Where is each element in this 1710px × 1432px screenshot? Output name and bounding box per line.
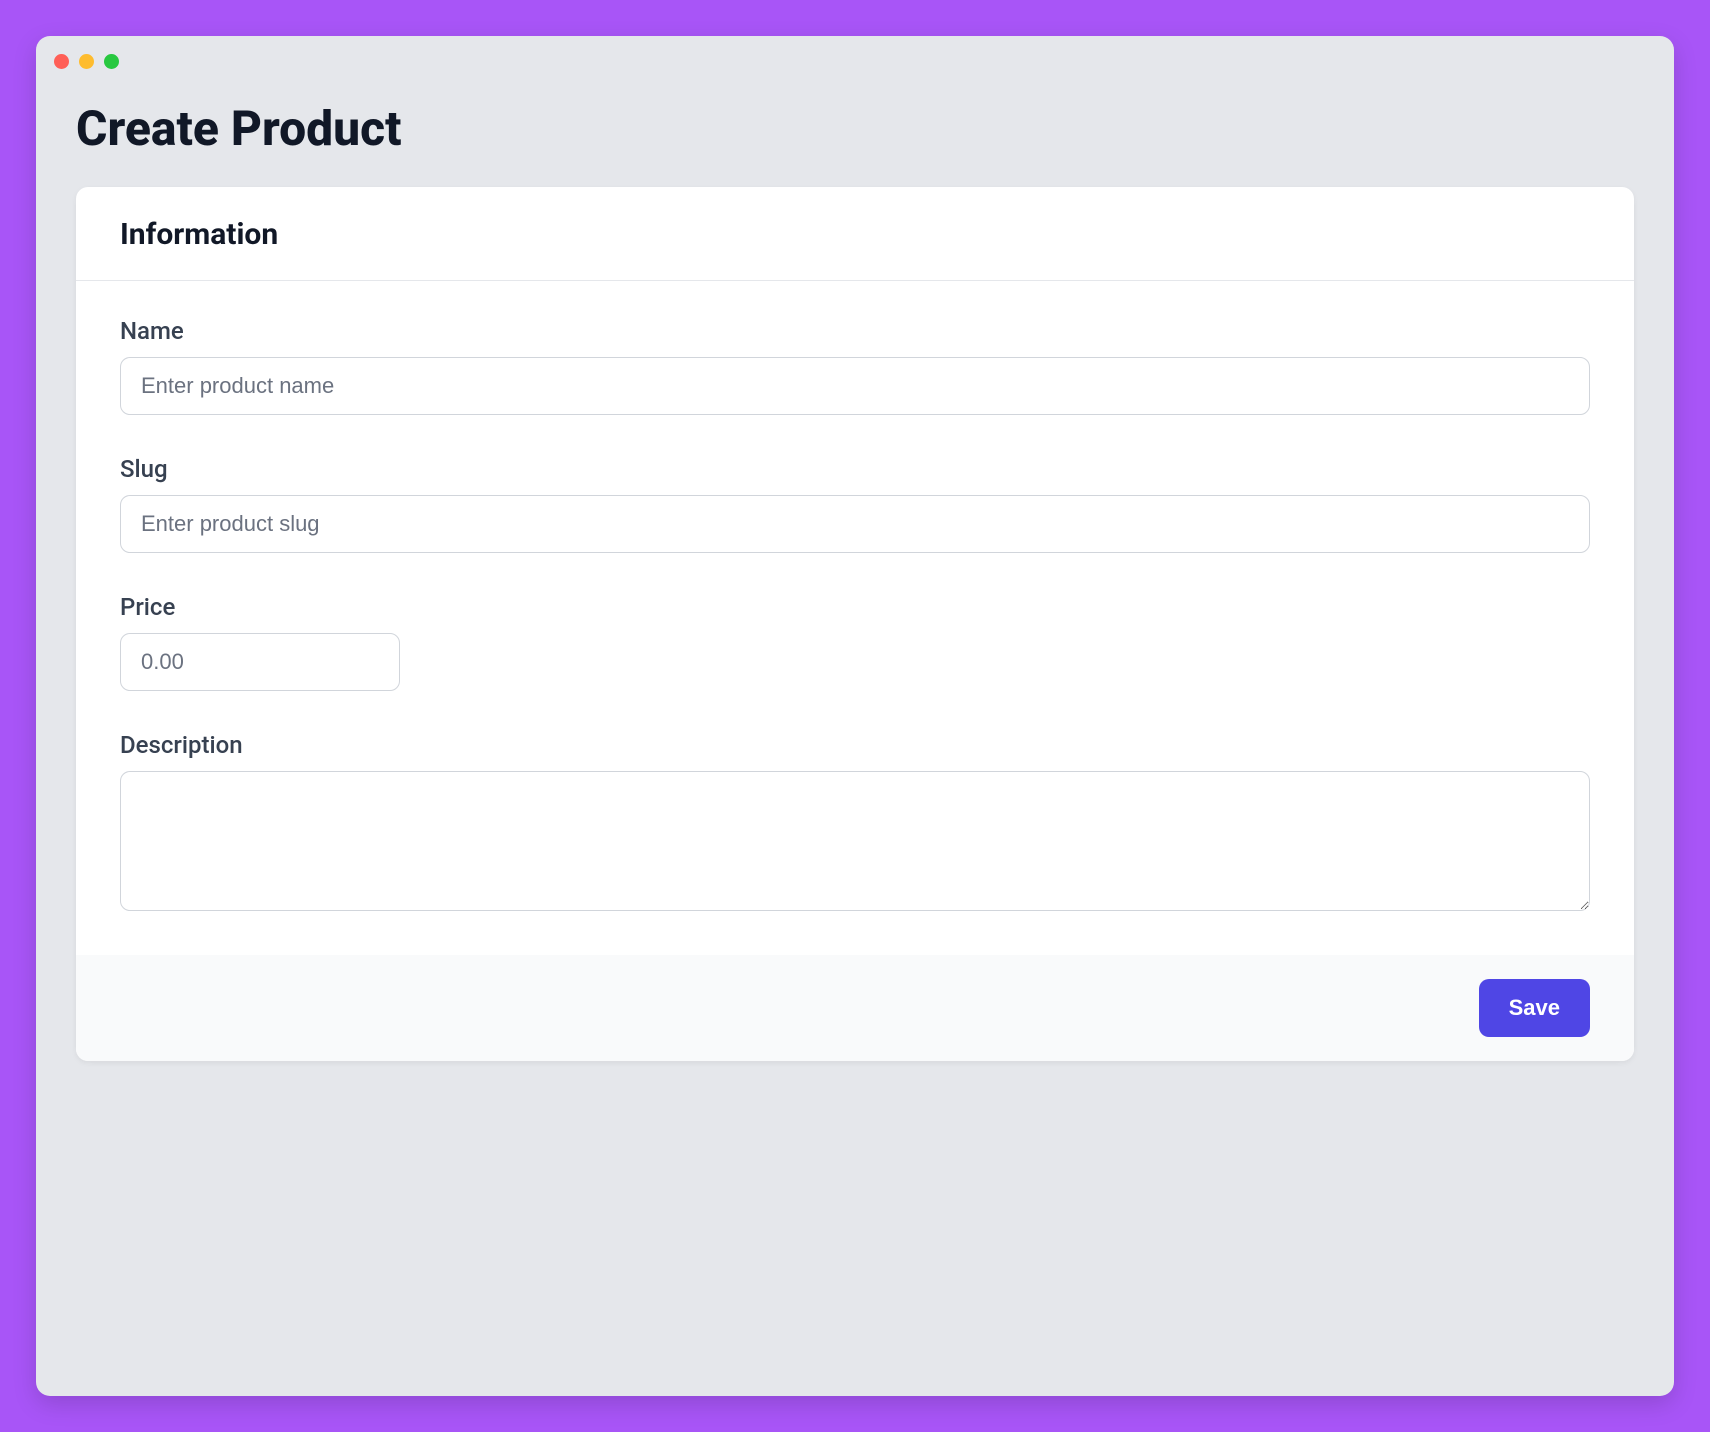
slug-label: Slug <box>120 455 1590 483</box>
name-input[interactable] <box>120 357 1590 415</box>
product-form-card: Information Name Slug Price Description … <box>76 187 1634 1061</box>
window-maximize-icon[interactable] <box>104 54 119 69</box>
form-group-name: Name <box>120 317 1590 415</box>
page-title: Create Product <box>36 70 1674 187</box>
card-footer: Save <box>76 955 1634 1061</box>
card-header-title: Information <box>120 217 1590 252</box>
form-group-slug: Slug <box>120 455 1590 553</box>
name-label: Name <box>120 317 1590 345</box>
description-textarea[interactable] <box>120 771 1590 911</box>
form-group-price: Price <box>120 593 1590 691</box>
save-button[interactable]: Save <box>1479 979 1590 1037</box>
price-input[interactable] <box>120 633 400 691</box>
price-label: Price <box>120 593 1590 621</box>
app-window: Create Product Information Name Slug Pri… <box>36 36 1674 1396</box>
window-titlebar <box>36 36 1674 70</box>
description-label: Description <box>120 731 1590 759</box>
card-header: Information <box>76 187 1634 281</box>
slug-input[interactable] <box>120 495 1590 553</box>
window-close-icon[interactable] <box>54 54 69 69</box>
form-group-description: Description <box>120 731 1590 911</box>
card-body: Name Slug Price Description <box>76 281 1634 955</box>
window-minimize-icon[interactable] <box>79 54 94 69</box>
